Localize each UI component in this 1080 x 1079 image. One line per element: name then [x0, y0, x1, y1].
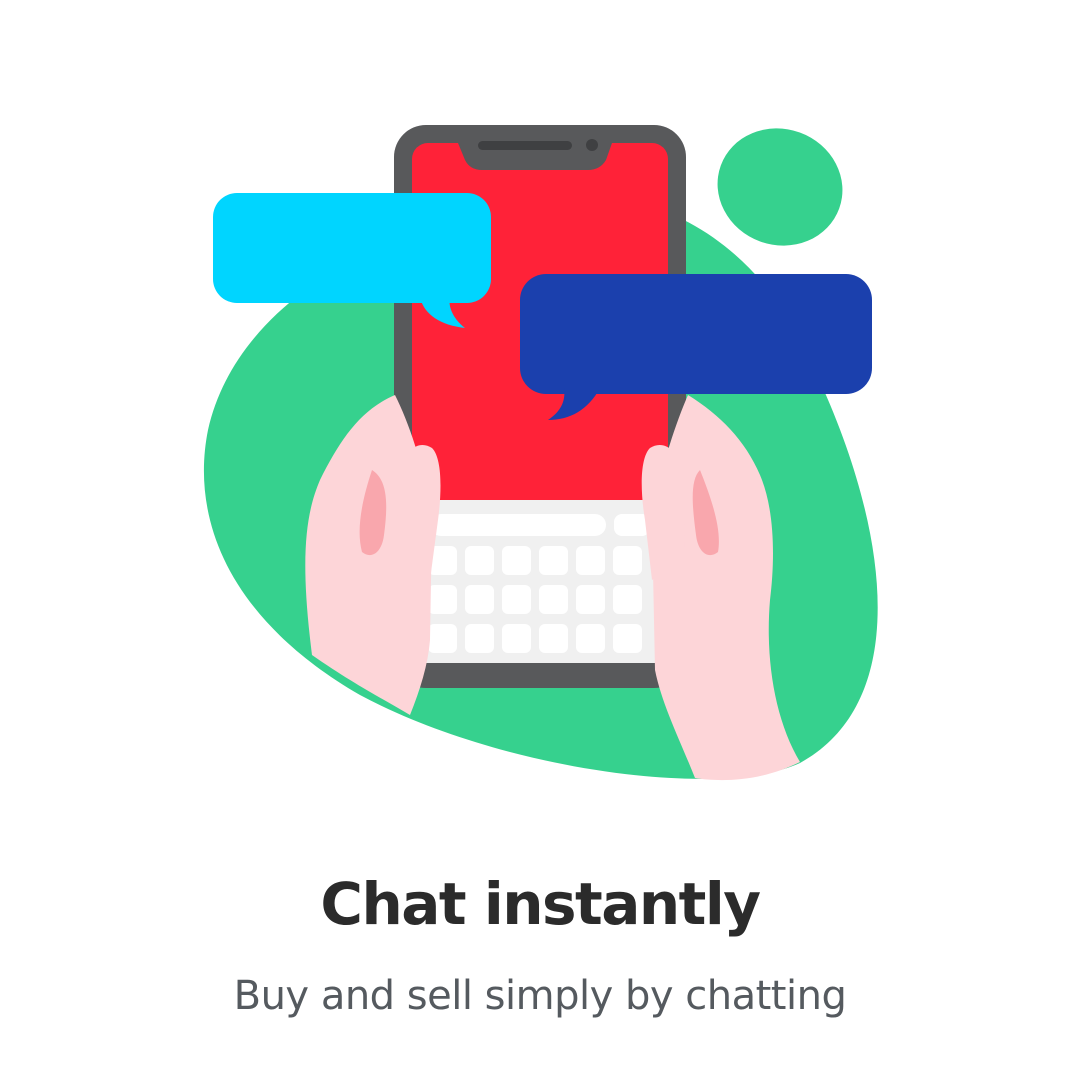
keyboard-key [576, 624, 605, 653]
onboarding-subtitle: Buy and sell simply by chatting [233, 973, 847, 1019]
phone-chat-illustration [203, 125, 878, 781]
keyboard-key [539, 624, 568, 653]
keyboard-key [539, 546, 568, 575]
keyboard-key [613, 546, 642, 575]
keyboard-key [428, 624, 457, 653]
keyboard-key [502, 585, 531, 614]
keyboard-key [465, 546, 494, 575]
chat-bubble-left-body [213, 193, 491, 303]
onboarding-title: Chat instantly [320, 870, 761, 938]
keyboard-key [502, 546, 531, 575]
chat-bubble-right-body [520, 274, 872, 394]
keyboard-key [465, 624, 494, 653]
phone-camera [586, 139, 598, 151]
keyboard-key [613, 624, 642, 653]
keyboard-key [576, 585, 605, 614]
keyboard-key [613, 585, 642, 614]
keyboard-key [539, 585, 568, 614]
keyboard-key [428, 585, 457, 614]
keyboard-bar [430, 514, 606, 536]
keyboard-key [576, 546, 605, 575]
keyboard-key [465, 585, 494, 614]
keyboard-key [502, 624, 531, 653]
green-dot [717, 128, 843, 246]
phone-speaker [478, 141, 572, 150]
